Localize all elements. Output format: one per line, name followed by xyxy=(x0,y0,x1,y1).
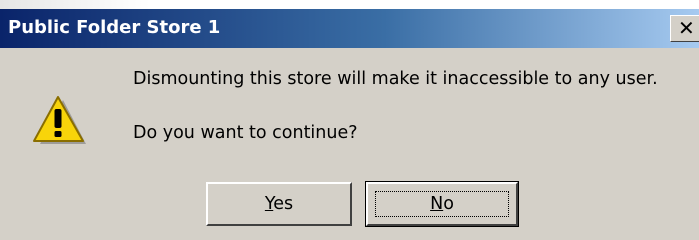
yes-button-label: Yes xyxy=(265,194,293,214)
background-fade xyxy=(0,0,150,9)
message-text: Dismounting this store will make it inac… xyxy=(133,69,658,89)
window-title: Public Folder Store 1 xyxy=(8,17,221,38)
no-mnemonic: N xyxy=(430,194,444,214)
background-strip xyxy=(0,0,699,9)
no-button-label: No xyxy=(430,194,454,214)
warning-icon xyxy=(33,96,86,144)
no-button[interactable]: No xyxy=(365,181,519,227)
yes-label-rest: es xyxy=(273,194,294,214)
yes-mnemonic: Y xyxy=(264,194,274,214)
yes-button[interactable]: Yes xyxy=(206,182,352,226)
close-icon: ✕ xyxy=(678,16,695,40)
title-bar[interactable]: Public Folder Store 1 ✕ xyxy=(0,9,699,48)
question-text: Do you want to continue? xyxy=(133,123,358,143)
no-label-rest: o xyxy=(443,194,454,214)
close-button[interactable]: ✕ xyxy=(670,15,699,42)
